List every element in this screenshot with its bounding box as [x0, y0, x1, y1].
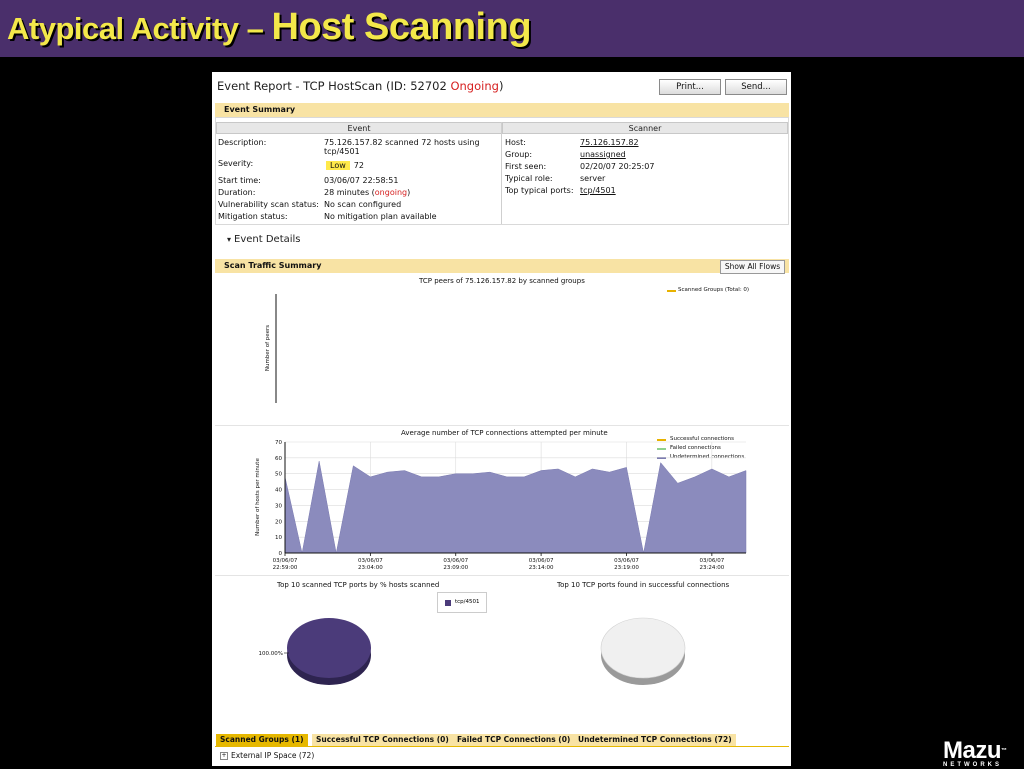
- peers-legend-label: Scanned Groups (Total: 0): [678, 287, 750, 293]
- event-details-label: Event Details: [234, 234, 301, 245]
- x-tick-date-25: 03/06/07: [700, 558, 725, 564]
- y-tick-label-60: 60: [275, 456, 282, 462]
- y-tick-label-10: 10: [275, 535, 282, 541]
- tab-successful-connections[interactable]: Successful TCP Connections (0): [312, 734, 453, 746]
- tree-row-external-ip[interactable]: + External IP Space (72): [220, 751, 314, 760]
- slide-header: Atypical Activity – Host Scanning: [0, 0, 1024, 57]
- logo-text: Mazu: [943, 737, 1002, 764]
- severity-label: Severity:: [218, 159, 254, 168]
- description-value-line2: tcp/4501: [324, 147, 360, 156]
- mitigation-value: No mitigation plan available: [324, 212, 437, 221]
- typical-role-value: server: [580, 174, 606, 183]
- duration-end: ): [407, 188, 411, 197]
- tab-scanned-groups[interactable]: Scanned Groups (1): [216, 734, 308, 746]
- summary-divider: [501, 122, 502, 224]
- caret-down-icon: ▾: [227, 235, 232, 244]
- x-tick-date-15: 03/06/07: [529, 558, 554, 564]
- scanned-ports-title: Top 10 scanned TCP ports by % hosts scan…: [277, 581, 440, 589]
- mazu-logo: Mazu™ NETWORKS: [943, 739, 1007, 769]
- x-tick-date-5: 03/06/07: [358, 558, 383, 564]
- x-tick-time-0: 22:59:00: [273, 565, 298, 571]
- y-tick-label-0: 0: [279, 551, 283, 557]
- scanned-pie-slice-tcp4501: [287, 618, 371, 678]
- group-link[interactable]: unassigned: [580, 150, 626, 160]
- host-label: Host:: [505, 138, 526, 147]
- y-tick-label-50: 50: [275, 472, 282, 478]
- description-label: Description:: [218, 138, 267, 147]
- peers-chart-plot: Number of peers: [265, 294, 277, 403]
- scanned-ports-legend: tcp/4501: [437, 592, 487, 613]
- connections-chart-plot: 01020304050607003/06/0722:59:0003/06/072…: [255, 440, 747, 571]
- tab-failed-connections[interactable]: Failed TCP Connections (0): [453, 734, 575, 746]
- severity-badge: Low: [326, 161, 350, 170]
- show-all-flows-button[interactable]: Show All Flows: [720, 260, 785, 274]
- x-tick-time-15: 23:14:00: [529, 565, 554, 571]
- x-tick-time-20: 23:19:00: [614, 565, 639, 571]
- event-summary-bar[interactable]: Event Summary: [215, 103, 789, 117]
- report-title-suffix: ): [498, 79, 504, 93]
- mitigation-label: Mitigation status:: [218, 212, 288, 221]
- successful-pie-empty: [600, 617, 686, 679]
- slide-title-part1: Atypical Activity –: [7, 11, 272, 46]
- x-tick-time-10: 23:09:00: [443, 565, 468, 571]
- scan-traffic-bar[interactable]: Scan Traffic Summary: [215, 259, 789, 273]
- duration-label: Duration:: [218, 188, 256, 197]
- ports-pie-charts: 100.00%: [259, 617, 686, 685]
- scanned-pie-value-label: 100.00%: [259, 651, 283, 657]
- slide-title-part2: Host Scanning: [271, 6, 532, 48]
- y-tick-label-20: 20: [275, 519, 282, 525]
- expand-icon[interactable]: +: [220, 752, 228, 760]
- y-tick-label-70: 70: [275, 440, 282, 446]
- event-details-toggle[interactable]: ▾ Event Details: [227, 234, 301, 245]
- vuln-scan-label: Vulnerability scan status:: [218, 200, 319, 209]
- scanner-column-header: Scanner: [502, 122, 788, 134]
- peers-legend-swatch: [667, 290, 676, 292]
- connections-y-label: Number of hosts per minute: [255, 458, 261, 536]
- x-tick-date-0: 03/06/07: [273, 558, 298, 564]
- x-tick-time-25: 23:24:00: [700, 565, 725, 571]
- group-label: Group:: [505, 150, 533, 159]
- first-seen-label: First seen:: [505, 162, 547, 171]
- print-button[interactable]: Print...: [659, 79, 721, 95]
- x-tick-time-5: 23:04:00: [358, 565, 383, 571]
- event-column-header: Event: [216, 122, 502, 134]
- logo-tm: ™: [1001, 748, 1007, 754]
- event-report-window: Event Report - TCP HostScan (ID: 52702 O…: [212, 72, 791, 766]
- tree-row-label: External IP Space (72): [231, 751, 315, 760]
- first-seen-value: 02/20/07 20:25:07: [580, 162, 655, 171]
- peers-chart-section: [215, 274, 789, 426]
- x-tick-date-10: 03/06/07: [443, 558, 468, 564]
- top-ports-link[interactable]: tcp/4501: [580, 186, 616, 196]
- y-tick-label-30: 30: [275, 503, 282, 509]
- tcp4501-legend-label: tcp/4501: [455, 599, 480, 605]
- report-title: Event Report - TCP HostScan (ID: 52702 O…: [217, 79, 503, 93]
- report-status: Ongoing: [450, 79, 499, 93]
- severity-number: 72: [353, 161, 364, 170]
- tab-strip-underline: [215, 746, 789, 747]
- vuln-scan-value: No scan configured: [324, 200, 402, 209]
- start-time-value: 03/06/07 22:58:51: [324, 176, 399, 185]
- tab-undetermined-connections[interactable]: Undetermined TCP Connections (72): [574, 734, 736, 746]
- top-ports-label: Top typical ports:: [505, 186, 574, 195]
- duration-value: 28 minutes (ongoing): [324, 188, 410, 198]
- peers-chart-title: TCP peers of 75.126.157.82 by scanned gr…: [419, 277, 585, 285]
- tcp4501-legend-swatch: [445, 600, 451, 606]
- report-title-prefix: Event Report - TCP HostScan (ID: 52702: [217, 79, 451, 93]
- start-time-label: Start time:: [218, 176, 261, 185]
- typical-role-label: Typical role:: [505, 174, 553, 183]
- host-link[interactable]: 75.126.157.82: [580, 138, 639, 148]
- slide-title: Atypical Activity – Host Scanning: [7, 6, 532, 49]
- undetermined-area: [284, 460, 747, 554]
- duration-status: ongoing: [374, 188, 408, 197]
- successful-ports-title: Top 10 TCP ports found in successful con…: [557, 581, 730, 589]
- severity-value: Low 72: [326, 161, 364, 171]
- duration-text: 28 minutes (: [324, 188, 375, 197]
- send-button[interactable]: Send...: [725, 79, 787, 95]
- peers-y-label: Number of peers: [265, 325, 271, 371]
- x-tick-date-20: 03/06/07: [614, 558, 639, 564]
- y-tick-label-40: 40: [275, 488, 282, 494]
